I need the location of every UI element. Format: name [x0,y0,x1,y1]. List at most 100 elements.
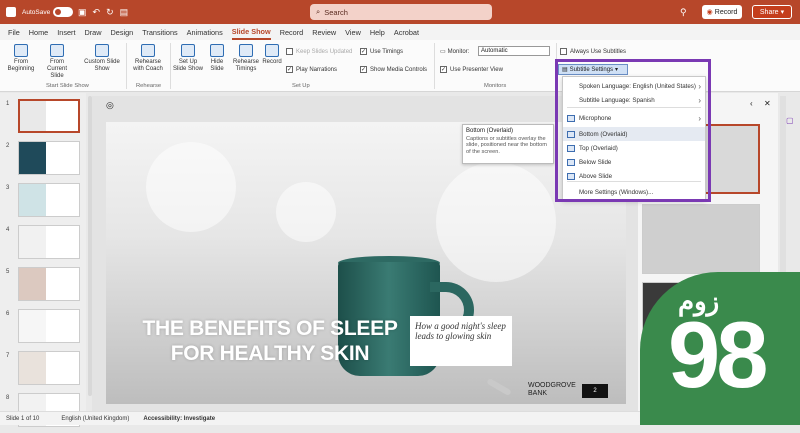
accessibility-status[interactable]: Accessibility: Investigate [143,416,215,422]
separator [434,43,435,89]
slide-thumbnail[interactable]: 7 [4,351,84,391]
tab-design[interactable]: Design [111,26,134,39]
bokeh-shape [146,142,236,232]
rehearse-timings-button[interactable]: Rehearse Timings [232,44,260,73]
language-status[interactable]: English (United Kingdom) [61,416,129,422]
autosave-toggle[interactable] [53,7,74,17]
ribbon-tabs: File Home Insert Draw Design Transitions Anima… [0,24,800,40]
slide-thumbnail[interactable]: 4 [4,225,84,265]
tab-help[interactable]: Help [370,26,385,39]
setup-icon [181,44,195,57]
use-timings-checkbox[interactable]: ✓ Use Timings [360,48,403,55]
designer-option-2[interactable] [642,204,760,274]
rehearse-coach-button[interactable]: Rehearse with Coach [130,44,166,73]
tab-acrobat[interactable]: Acrobat [394,26,419,39]
keep-updated-label: Keep Slides Updated [296,48,353,55]
group-rehearse: Rehearse [136,83,162,89]
hide-slide-label: Hide Slide [210,59,224,72]
slide-thumbnail[interactable]: 1 [4,99,84,139]
comments-icon[interactable]: ▢ [786,116,794,125]
monitor-icon: ▭ [440,49,446,55]
search-box[interactable]: ⌕ Search [310,4,492,20]
monitor-select[interactable]: Automatic [478,46,550,56]
slide-thumbnail[interactable]: 2 [4,141,84,181]
tab-transitions[interactable]: Transitions [142,26,177,39]
undo-icon[interactable]: ↶ [93,7,101,18]
thumbnail-preview [18,183,80,217]
tab-file[interactable]: File [8,26,20,39]
thumbnail-preview [18,99,80,133]
tab-review[interactable]: Review [312,26,336,39]
thumbnail-preview [18,225,80,259]
group-monitors: Monitors [484,83,507,89]
search-placeholder: Search [324,7,348,17]
present-icon[interactable]: ▤ [120,7,129,18]
keep-updated-checkbox[interactable]: Keep Slides Updated [286,48,352,55]
play-narrations-checkbox[interactable]: ✓ Play Narrations [286,66,337,73]
tab-animations[interactable]: Animations [187,26,223,39]
from-beginning-button[interactable]: From Beginning [6,44,36,73]
presenter-view-checkbox[interactable]: ✓ Use Presenter View [440,66,503,73]
share-button[interactable]: Share ▾ [752,5,792,19]
bokeh-shape [276,182,336,242]
slideshow-current-icon [50,44,64,57]
custom-show-label: Custom Slide Show [84,59,120,72]
share-label: Share [759,8,779,16]
slide-number: 2 [582,384,608,398]
slideshow-icon [14,44,28,57]
hide-slide-icon [210,44,224,57]
tooltip-title: Bottom (Overlaid) [466,128,514,134]
back-icon[interactable]: ‹ [750,99,753,108]
setup-show-label: Set Up Slide Show [172,59,204,72]
logo-line1: WOODGROVE [528,382,576,389]
tab-insert[interactable]: Insert [57,26,75,39]
record-label: Record [714,8,738,16]
from-current-button[interactable]: From Current Slide [40,44,74,80]
thumbnail-preview [18,309,80,343]
hide-slide-button[interactable]: Hide Slide [206,44,228,73]
setup-show-button[interactable]: Set Up Slide Show [172,44,204,73]
tab-home[interactable]: Home [29,26,48,39]
thumbnail-number: 3 [6,185,10,191]
lightbulb-icon[interactable]: ⚲ [680,0,687,24]
play-narrations-label: Play Narrations [296,66,338,73]
from-beginning-label: From Beginning [7,59,35,72]
thumbnail-number: 5 [6,269,10,275]
save-icon[interactable]: ▣ [78,7,87,18]
monitor-label: Monitor: [447,48,470,55]
tab-slide-show[interactable]: Slide Show [231,25,271,40]
record-button[interactable]: ◉ Record [702,5,742,19]
timings-icon [239,44,253,57]
logo-text: WOODGROVE BANK [528,382,576,398]
show-media-checkbox[interactable]: ✓ Show Media Controls [360,66,427,73]
always-subtitles-checkbox[interactable]: Always Use Subtitles [560,48,626,55]
search-icon: ⌕ [316,7,321,16]
slide-thumbnail[interactable]: 3 [4,183,84,223]
thumbnail-preview [18,351,80,385]
tab-draw[interactable]: Draw [84,26,101,39]
close-icon[interactable]: ✕ [764,99,771,108]
record-icon [265,44,279,57]
record-dropdown-button[interactable]: Record [262,44,282,66]
powerpoint-logo-icon [6,0,16,24]
slide-subtitle[interactable]: How a good night's sleep leads to glowin… [410,316,512,366]
thumbnail-preview [18,267,80,301]
current-slide[interactable]: THE BENEFITS OF SLEEP FOR HEALTHY SKIN H… [106,122,626,404]
slide-title[interactable]: THE BENEFITS OF SLEEP FOR HEALTHY SKIN [120,316,420,366]
slide-thumbnail[interactable]: 5 [4,267,84,307]
always-subtitles-label: Always Use Subtitles [570,48,627,55]
slide-thumbnail[interactable]: 6 [4,309,84,349]
watermark-logo: زوم 98 [640,272,800,425]
custom-show-button[interactable]: Custom Slide Show [82,44,122,73]
slide-thumbnail-pane: 1 2 3 4 5 6 7 8 [0,93,86,427]
bokeh-shape [436,162,556,282]
tab-view[interactable]: View [345,26,361,39]
designer-icon[interactable]: ◎ [106,100,114,111]
separator [170,43,171,89]
logo-line2: BANK [528,390,548,397]
monitor-label-wrap: ▭ Monitor: [440,48,470,56]
highlight-box [555,59,711,202]
tab-record[interactable]: Record [280,26,304,39]
tooltip-body: Captions or subtitles overlay the slide,… [466,135,547,155]
redo-icon[interactable]: ↻ [106,7,114,18]
